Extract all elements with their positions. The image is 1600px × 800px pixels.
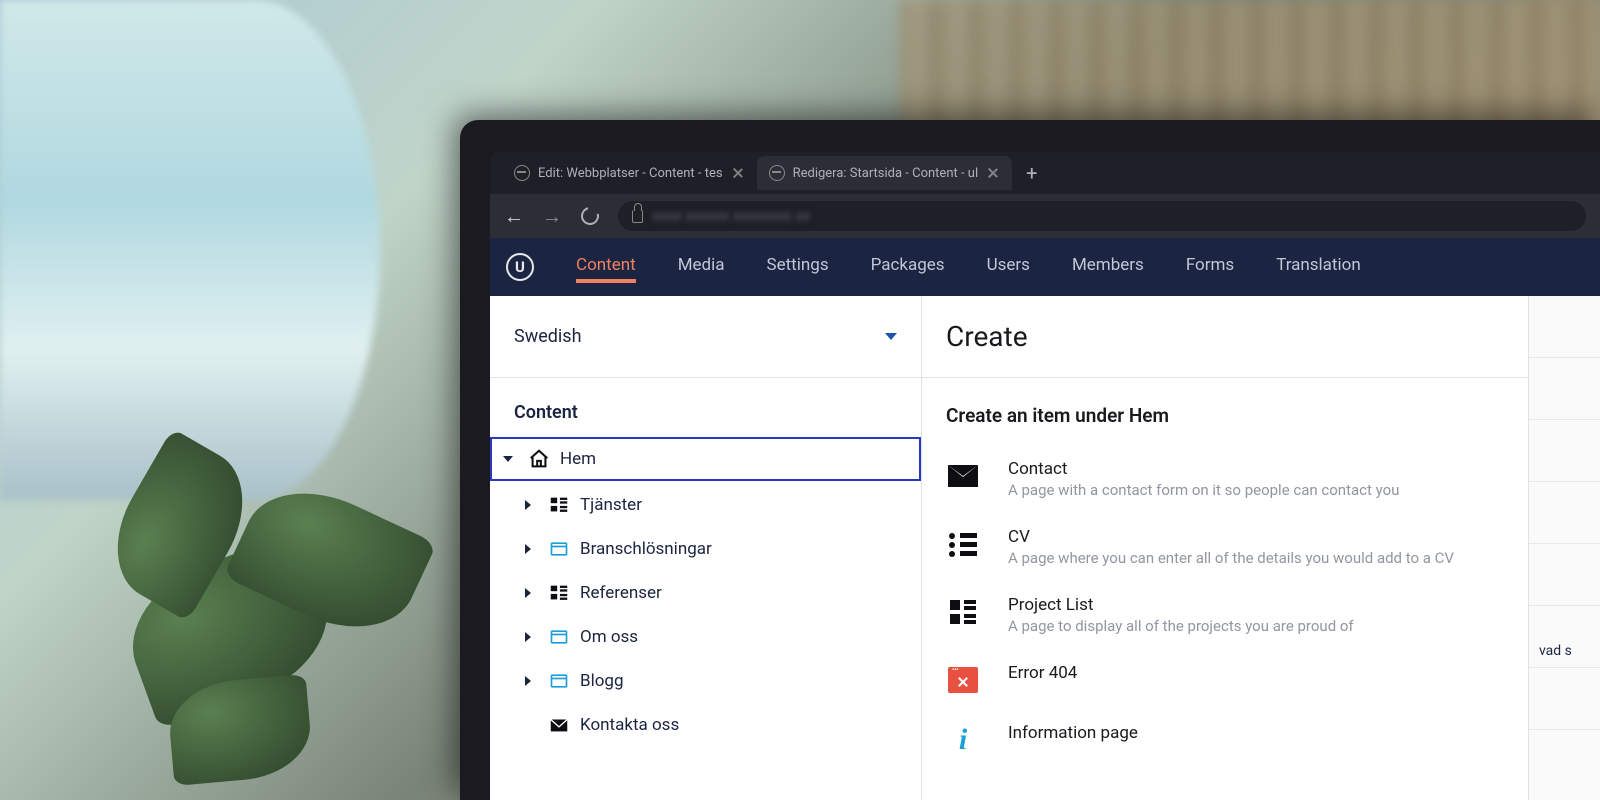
page-icon [548,538,570,560]
browser-tab-title: Redigera: Startsida - Content - ul [793,166,979,181]
create-option-title: Error 404 [1008,663,1576,683]
url-obscured: xxxx xxxxxx xxxxxxxx xx [653,209,811,224]
tree-toggle[interactable] [518,676,538,686]
nav-packages[interactable]: Packages [871,255,945,279]
envelope-icon [548,714,570,736]
tree-label: Hem [560,449,596,469]
language-selector[interactable]: Swedish [490,296,921,378]
tree-toggle[interactable] [498,456,518,462]
create-option-title: Project List [1008,595,1576,615]
forward-button[interactable]: → [542,206,562,226]
browser-tab-title: Edit: Webbplatser - Content - tes [538,166,723,181]
browser-toolbar: ← → xxxx xxxxxx xxxxxxxx xx [490,194,1600,238]
main-panel: Create Create an item under Hem Contact … [922,296,1600,800]
tree-node-tjanster[interactable]: Tjänster [490,483,921,527]
app-body: Swedish Content Hem [490,296,1600,800]
nav-translation[interactable]: Translation [1276,255,1361,279]
reload-button[interactable] [580,206,600,226]
create-options-list: Contact A page with a contact form on it… [922,445,1600,769]
new-tab-button[interactable]: + [1012,161,1051,185]
tree-node-om-oss[interactable]: Om oss [490,615,921,659]
laptop-bezel: Edit: Webbplatser - Content - tes Redige… [460,120,1600,800]
right-sliver-panel: vad s [1528,296,1600,800]
create-option-cv[interactable]: CV A page where you can enter all of the… [946,513,1576,581]
left-panel: Swedish Content Hem [490,296,922,800]
nav-settings[interactable]: Settings [767,255,829,279]
sub-heading: Create an item under Hem [922,378,1600,445]
tree-node-referenser[interactable]: Referenser [490,571,921,615]
app-logo[interactable]: U [506,253,534,281]
create-option-title: Contact [1008,459,1576,479]
grid-icon [548,494,570,516]
create-option-error-404[interactable]: Error 404 [946,649,1576,709]
tree-toggle[interactable] [518,588,538,598]
create-option-information-page[interactable]: i Information page [946,709,1576,769]
globe-icon [514,165,530,181]
browser-tab[interactable]: Redigera: Startsida - Content - ul [757,156,1013,190]
close-icon[interactable] [731,166,745,180]
browser-tab[interactable]: Edit: Webbplatser - Content - tes [502,156,757,190]
tree-node-blogg[interactable]: Blogg [490,659,921,703]
chevron-down-icon [885,333,897,340]
tree-label: Tjänster [580,495,642,515]
create-option-desc: A page to display all of the projects yo… [1008,617,1576,635]
globe-icon [769,165,785,181]
app-nav: U Content Media Settings Packages Users … [490,238,1600,296]
lock-icon [632,210,643,223]
create-option-title: CV [1008,527,1576,547]
create-option-desc: A page with a contact form on it so peop… [1008,481,1576,499]
browser-tab-strip: Edit: Webbplatser - Content - tes Redige… [490,152,1600,194]
envelope-icon [946,461,980,491]
tree-label: Blogg [580,671,624,691]
tree-toggle[interactable] [518,500,538,510]
sliver-text: vad s [1529,606,1600,668]
tree-toggle[interactable] [518,632,538,642]
language-label: Swedish [514,326,582,347]
tree-label: Kontakta oss [580,715,679,735]
tree-node-kontakta-oss[interactable]: Kontakta oss [490,703,921,747]
nav-content[interactable]: Content [576,251,636,283]
nav-media[interactable]: Media [678,255,725,279]
tree-node-branschlosningar[interactable]: Branschlösningar [490,527,921,571]
grid-icon [946,597,980,627]
grid-icon [548,582,570,604]
create-option-title: Information page [1008,723,1576,743]
page-icon [548,670,570,692]
nav-members[interactable]: Members [1072,255,1144,279]
create-option-project-list[interactable]: Project List A page to display all of th… [946,581,1576,649]
nav-users[interactable]: Users [987,255,1030,279]
back-button[interactable]: ← [504,206,524,226]
tree-label: Referenser [580,583,662,603]
tree-label: Branschlösningar [580,539,712,559]
address-bar[interactable]: xxxx xxxxxx xxxxxxxx xx [618,201,1586,231]
create-option-desc: A page where you can enter all of the de… [1008,549,1576,567]
error-icon [946,665,980,695]
create-option-contact[interactable]: Contact A page with a contact form on it… [946,445,1576,513]
page-icon [548,626,570,648]
home-icon [528,448,550,470]
info-icon: i [946,725,980,755]
bullet-list-icon [946,529,980,559]
content-tree: Hem Tjänster Branschlö [490,437,921,755]
tree-node-hem[interactable]: Hem [490,437,921,481]
tree-label: Om oss [580,627,638,647]
main-title: Create [922,296,1600,378]
panel-heading: Content [490,378,921,437]
tree-toggle[interactable] [518,544,538,554]
nav-forms[interactable]: Forms [1186,255,1234,279]
close-icon[interactable] [986,166,1000,180]
screen: Edit: Webbplatser - Content - tes Redige… [490,152,1600,800]
